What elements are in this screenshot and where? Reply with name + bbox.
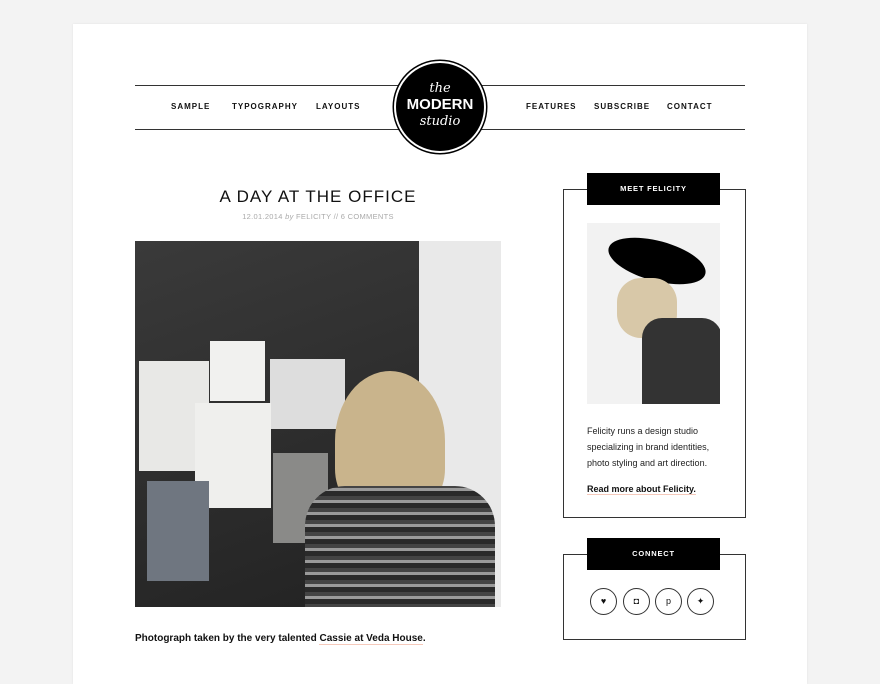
caption-text: Photograph taken by the very talented <box>135 633 320 644</box>
meta-separator: // <box>333 212 339 221</box>
post-title[interactable]: A DAY AT THE OFFICE <box>135 187 501 207</box>
about-bio: Felicity runs a design studio specializi… <box>587 426 710 468</box>
read-more-link[interactable]: Read more about Felicity. <box>587 484 696 495</box>
nav-layouts[interactable]: LAYOUTS <box>316 102 361 111</box>
about-widget-title: MEET FELICITY <box>587 173 720 205</box>
pinterest-icon[interactable]: p <box>655 588 682 615</box>
nav-features[interactable]: FEATURES <box>526 102 577 111</box>
nav-typography[interactable]: TYPOGRAPHY <box>232 102 298 111</box>
logo-modern: MODERN <box>406 96 474 113</box>
nav-subscribe[interactable]: SUBSCRIBE <box>594 102 650 111</box>
heart-icon[interactable]: ♥ <box>590 588 617 615</box>
post-author[interactable]: FELICITY <box>296 212 331 221</box>
post-by: by <box>285 212 294 221</box>
post-comments[interactable]: 6 COMMENTS <box>341 212 394 221</box>
instagram-icon[interactable]: ◘ <box>623 588 650 615</box>
logo-the: the <box>429 81 451 96</box>
caption-end: . <box>422 633 426 644</box>
site-logo[interactable]: the MODERN studio <box>394 61 486 153</box>
nav-contact[interactable]: CONTACT <box>667 102 713 111</box>
post-date: 12.01.2014 <box>242 212 283 221</box>
caption-link[interactable]: Cassie at Veda House <box>319 633 423 645</box>
photo-caption: Photograph taken by the very talented Ca… <box>135 633 426 645</box>
nav-sample[interactable]: SAMPLE <box>171 102 210 111</box>
logo-studio: studio <box>419 114 461 129</box>
profile-photo <box>587 223 720 404</box>
post-photo <box>135 241 501 607</box>
post-meta: 12.01.2014 by FELICITY // 6 COMMENTS <box>135 212 501 221</box>
twitter-icon[interactable]: ✦ <box>687 588 714 615</box>
connect-widget-title: CONNECT <box>587 538 720 570</box>
